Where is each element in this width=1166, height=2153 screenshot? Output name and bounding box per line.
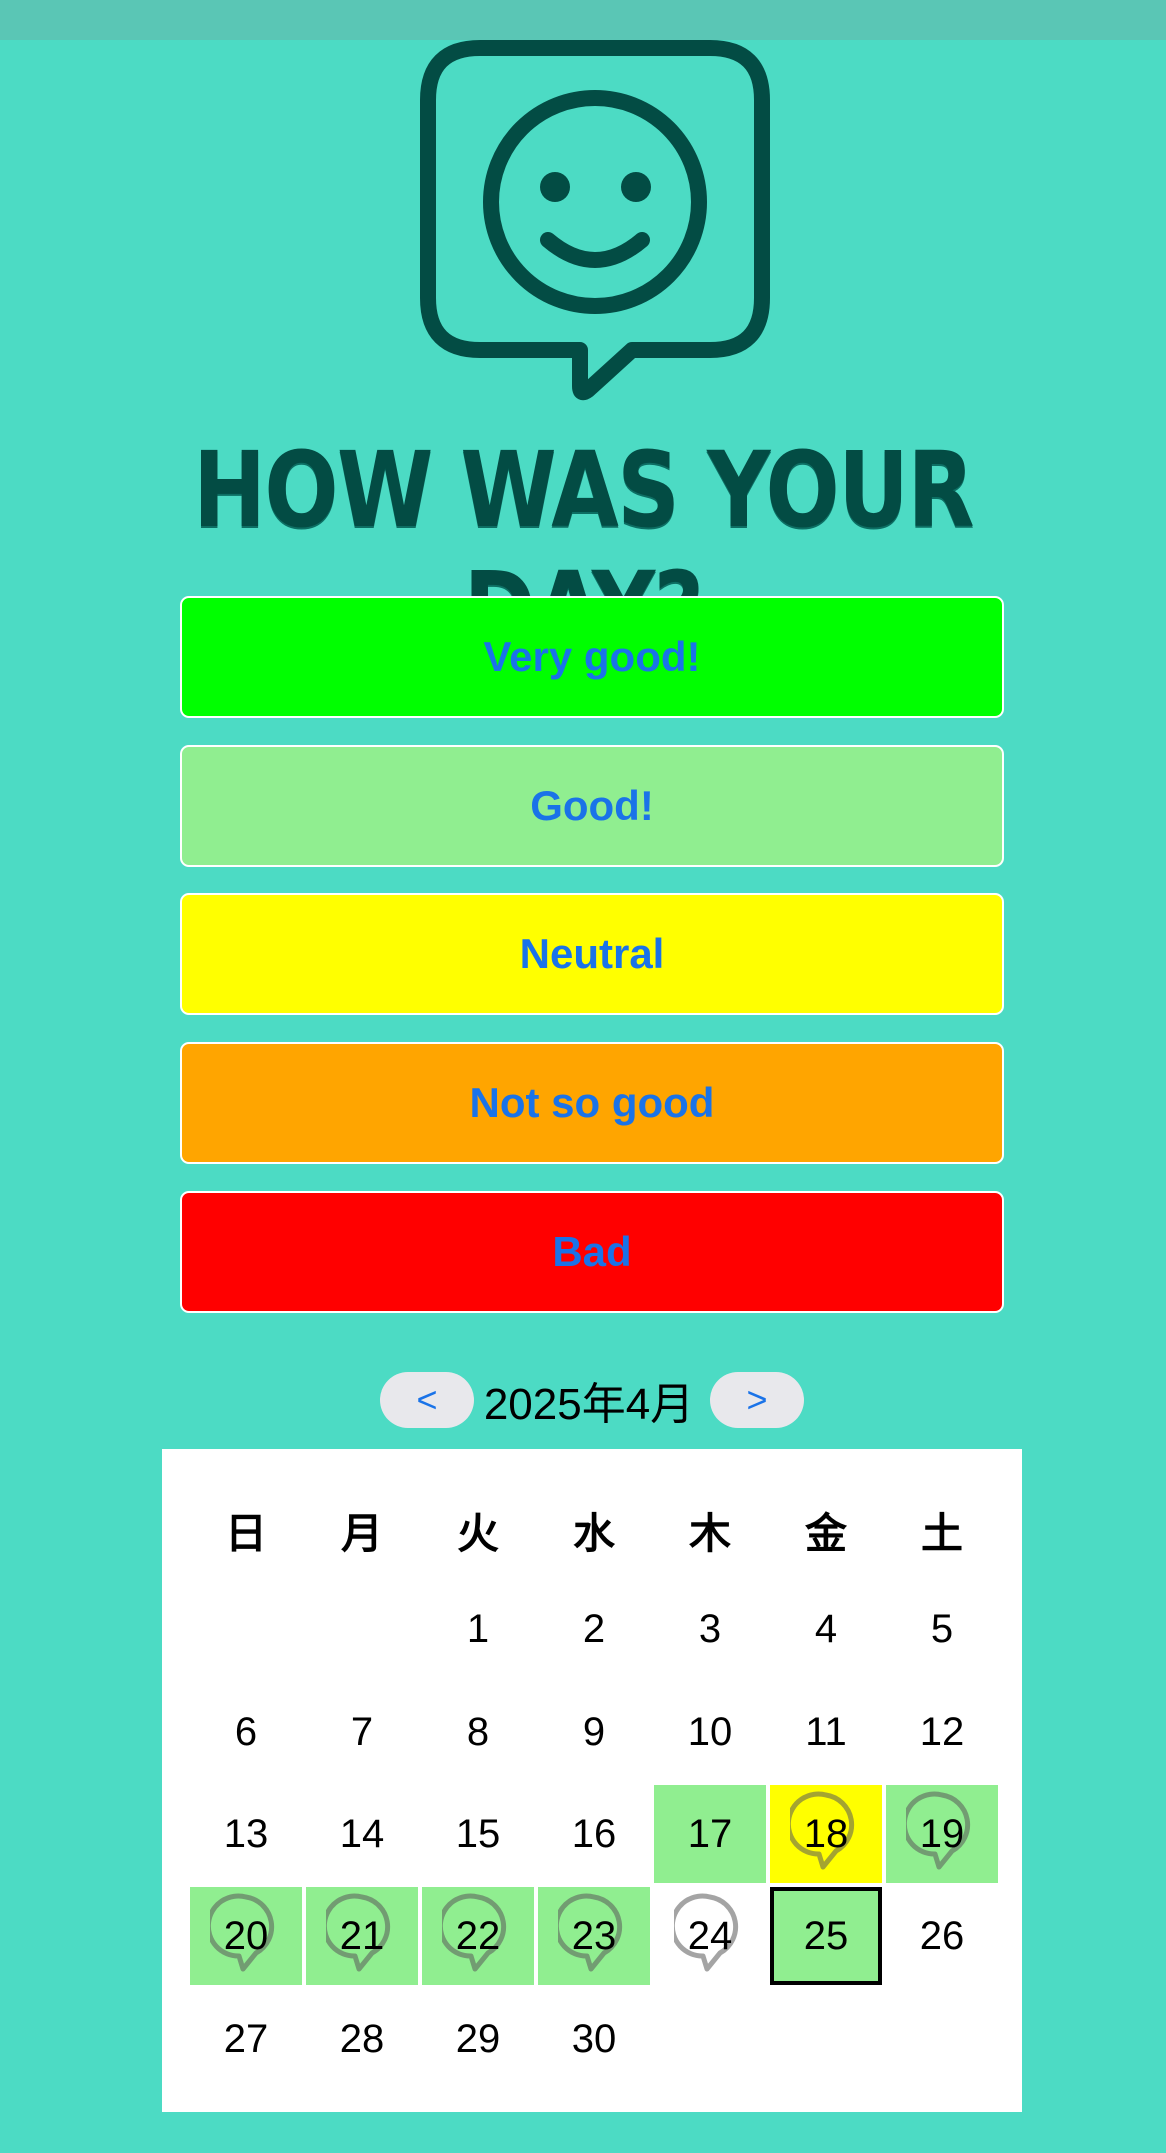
day-cell[interactable]: 30 (538, 1990, 650, 2088)
day-cell[interactable]: 26 (886, 1887, 998, 1985)
day-cell[interactable]: 2 (538, 1580, 650, 1678)
weekday-header: 木 (688, 1509, 731, 1557)
day-number: 23 (571, 1913, 617, 1958)
day-number: 29 (455, 2016, 501, 2061)
weekday-header: 月 (340, 1509, 383, 1557)
next-month-button[interactable]: > (710, 1372, 804, 1428)
day-number: 10 (687, 1709, 733, 1754)
day-number: 28 (339, 2016, 385, 2061)
day-cell[interactable]: 15 (422, 1785, 534, 1883)
day-number: 25 (803, 1913, 849, 1958)
day-cell[interactable]: 3 (654, 1580, 766, 1678)
smiley-speech-bubble-icon (420, 40, 770, 401)
day-cell[interactable]: 11 (770, 1683, 882, 1781)
day-cell[interactable]: 23 (538, 1887, 650, 1985)
day-number: 26 (919, 1913, 965, 1958)
weekday-header: 金 (804, 1509, 847, 1557)
day-cell[interactable]: 19 (886, 1785, 998, 1883)
day-number: 15 (455, 1811, 501, 1856)
day-number: 5 (930, 1606, 954, 1651)
day-number: 8 (466, 1709, 490, 1754)
day-number: 21 (339, 1913, 385, 1958)
very-good-button[interactable]: Very good! (180, 596, 1004, 718)
day-number: 13 (223, 1811, 269, 1856)
day-number: 24 (687, 1913, 733, 1958)
day-number: 4 (814, 1606, 838, 1651)
day-cell[interactable]: 29 (422, 1990, 534, 2088)
day-cell[interactable]: 25 (770, 1887, 882, 1985)
day-number: 19 (919, 1811, 965, 1856)
day-cell[interactable]: 10 (654, 1683, 766, 1781)
day-cell[interactable]: 21 (306, 1887, 418, 1985)
day-cell[interactable]: 13 (190, 1785, 302, 1883)
weekday-header: 土 (920, 1509, 963, 1557)
not-so-good-button[interactable]: Not so good (180, 1042, 1004, 1164)
day-number: 14 (339, 1811, 385, 1856)
day-cell[interactable]: 17 (654, 1785, 766, 1883)
weekday-header: 火 (456, 1509, 499, 1557)
day-number: 2 (582, 1606, 606, 1651)
day-number: 9 (582, 1709, 606, 1754)
day-number: 17 (687, 1811, 733, 1856)
day-cell[interactable]: 14 (306, 1785, 418, 1883)
day-cell[interactable]: 18 (770, 1785, 882, 1883)
day-cell[interactable]: 7 (306, 1683, 418, 1781)
day-number: 6 (234, 1709, 258, 1754)
day-cell[interactable]: 1 (422, 1580, 534, 1678)
month-label: 2025年4月 (483, 1380, 695, 1429)
day-number: 7 (350, 1709, 374, 1754)
day-number: 16 (571, 1811, 617, 1856)
day-cell[interactable]: 22 (422, 1887, 534, 1985)
day-number: 12 (919, 1709, 965, 1754)
day-cell[interactable]: 16 (538, 1785, 650, 1883)
day-number: 27 (223, 2016, 269, 2061)
neutral-button[interactable]: Neutral (180, 893, 1004, 1015)
prev-month-button[interactable]: < (380, 1372, 474, 1428)
day-cell[interactable]: 9 (538, 1683, 650, 1781)
day-cell[interactable]: 12 (886, 1683, 998, 1781)
day-cell[interactable]: 20 (190, 1887, 302, 1985)
day-number: 11 (805, 1709, 847, 1754)
day-cell[interactable]: 4 (770, 1580, 882, 1678)
weekday-header: 日 (224, 1509, 267, 1557)
day-cell[interactable]: 27 (190, 1990, 302, 2088)
day-cell[interactable]: 6 (190, 1683, 302, 1781)
day-cell[interactable]: 28 (306, 1990, 418, 2088)
day-number: 30 (571, 2016, 617, 2061)
top-bar (0, 0, 1166, 40)
day-cell[interactable]: 5 (886, 1580, 998, 1678)
day-number: 22 (455, 1913, 501, 1958)
good-button[interactable]: Good! (180, 745, 1004, 867)
day-number: 18 (803, 1811, 849, 1856)
day-cell[interactable]: 24 (654, 1887, 766, 1985)
day-cell[interactable]: 8 (422, 1683, 534, 1781)
day-number: 3 (698, 1606, 722, 1651)
weekday-header: 水 (572, 1509, 615, 1557)
bad-button[interactable]: Bad (180, 1191, 1004, 1313)
day-number: 20 (223, 1913, 269, 1958)
day-number: 1 (466, 1606, 490, 1651)
